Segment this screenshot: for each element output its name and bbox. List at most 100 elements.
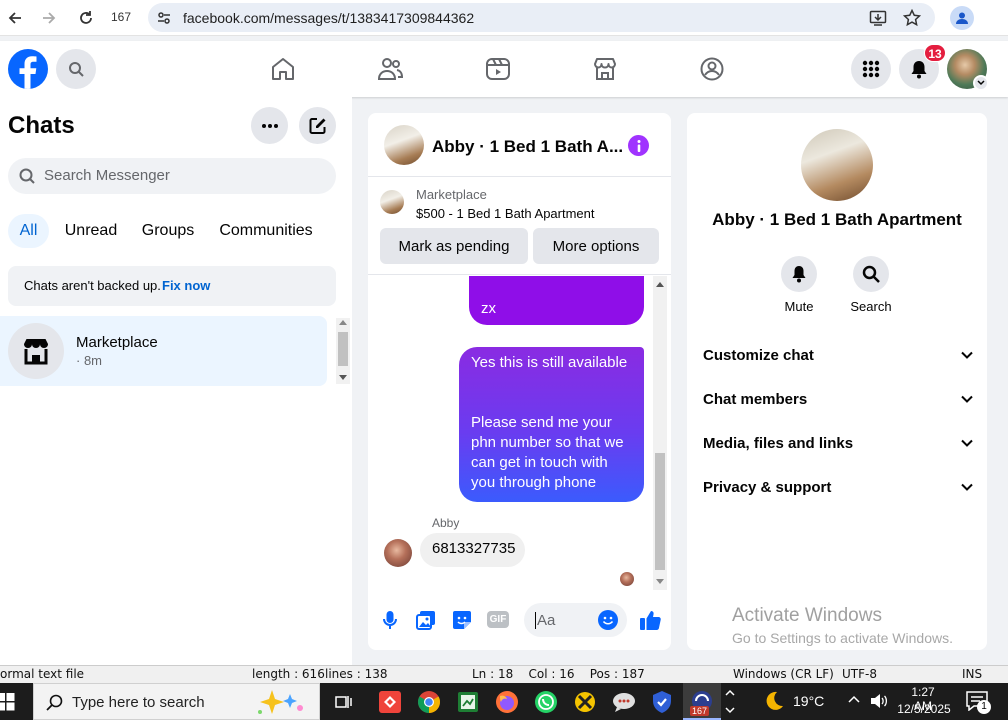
sent-message-bubble[interactable]: Yes this is still available Please send … (459, 347, 644, 502)
mark-as-pending-button[interactable]: Mark as pending (380, 228, 528, 264)
facebook-logo[interactable] (8, 49, 48, 89)
chevron-down-icon (961, 483, 973, 491)
section-label: Customize chat (703, 346, 814, 364)
search-icon (19, 168, 35, 184)
conversation-header: Abby · 1 Bed 1 Bath A... (368, 113, 671, 177)
task-view-icon[interactable] (330, 688, 358, 716)
chats-sidebar: Chats Search Messenger All Unread Groups… (0, 97, 352, 665)
taskbar-search-box[interactable]: Type here to search (33, 683, 320, 720)
account-dropdown-chevron-icon[interactable] (973, 75, 989, 91)
url-text: facebook.com/messages/t/1383417309844362 (183, 10, 475, 26)
bookmark-star-icon[interactable] (903, 9, 921, 27)
video-icon[interactable] (484, 55, 512, 83)
chat-name: Marketplace (76, 334, 158, 351)
privacy-support-row[interactable]: Privacy & support (703, 475, 973, 499)
chat-members-row[interactable]: Chat members (703, 387, 973, 411)
filter-communities-tab[interactable]: Communities (212, 214, 320, 248)
listing-photo[interactable] (801, 129, 873, 201)
site-settings-icon[interactable] (156, 10, 172, 26)
sticker-icon[interactable] (452, 610, 472, 630)
search-conversation-button[interactable] (853, 256, 889, 292)
gif-icon[interactable]: GIF (487, 611, 509, 628)
firefox-app-icon[interactable] (493, 688, 521, 716)
photo-icon[interactable] (416, 610, 436, 630)
encoding: UTF-8 (842, 667, 877, 681)
filter-all-tab[interactable]: All (8, 214, 49, 248)
filter-groups-tab[interactable]: Groups (134, 214, 202, 248)
info-icon[interactable] (628, 135, 649, 156)
message-text: zx (481, 300, 496, 317)
chat-options-button[interactable] (251, 107, 288, 144)
fix-now-link[interactable]: Fix now (162, 278, 210, 293)
weather-temp[interactable]: 19°C (793, 693, 824, 709)
messages-scrollbar[interactable] (653, 276, 667, 590)
listing-thumbnail[interactable] (384, 125, 424, 165)
cursor-position: Ln : 18 Col : 16 Pos : 187 (472, 667, 645, 681)
shield-app-icon[interactable] (648, 688, 676, 716)
clock-date[interactable]: 12/5/2025 (895, 702, 953, 716)
home-icon[interactable] (269, 55, 297, 83)
composer: GIF Aa (368, 600, 671, 640)
conversation-title[interactable]: Abby · 1 Bed 1 Bath A... (432, 137, 623, 157)
filter-unread-tab[interactable]: Unread (58, 214, 124, 248)
message-text: Yes this is still available (471, 354, 628, 371)
backup-warning-text: Chats aren't backed up. (24, 278, 161, 293)
more-options-button[interactable]: More options (533, 228, 659, 264)
new-message-button[interactable] (299, 107, 336, 144)
install-app-icon[interactable] (869, 9, 887, 27)
listing-source: Marketplace (416, 187, 487, 202)
notification-count: 1 (977, 700, 991, 714)
whatsapp-app-icon[interactable] (532, 688, 560, 716)
profile-icon[interactable] (950, 6, 974, 30)
windows-start-icon[interactable] (0, 688, 20, 716)
received-message-bubble[interactable]: 6813327735 (420, 533, 525, 567)
weather-moon-icon[interactable] (762, 690, 784, 712)
mute-button[interactable] (781, 256, 817, 292)
chrome-app-icon[interactable] (415, 688, 443, 716)
speaker-icon[interactable] (870, 693, 888, 709)
media-files-links-row[interactable]: Media, files and links (703, 431, 973, 455)
lines-info: lines : 138 (325, 667, 388, 681)
back-arrow-icon[interactable] (3, 6, 27, 30)
editor-status-bar: ormal text file length : 616 lines : 138… (0, 665, 1008, 683)
search-messenger-field[interactable]: Search Messenger (8, 158, 336, 194)
abby-avatar[interactable] (384, 539, 412, 567)
marketplace-avatar (8, 323, 64, 379)
scrollbar-thumb[interactable] (655, 453, 665, 570)
chat-bubble-app-icon[interactable] (610, 688, 638, 716)
chat-list-scrollbar[interactable] (336, 318, 350, 384)
reload-icon[interactable] (74, 6, 98, 30)
anydesk-app-icon[interactable] (376, 688, 404, 716)
friends-icon[interactable] (376, 55, 404, 83)
rdp-app-icon[interactable] (571, 688, 599, 716)
thumbs-up-icon[interactable] (639, 609, 661, 631)
length-info: length : 616 (252, 667, 325, 681)
app-badge: 167 (690, 706, 710, 716)
forward-arrow-icon[interactable] (37, 6, 61, 30)
message-input[interactable]: Aa (524, 603, 627, 637)
seen-receipt-avatar (620, 572, 634, 586)
chat-details-panel: Abby · 1 Bed 1 Bath Apartment Mute Searc… (687, 113, 987, 650)
chevron-up-icon[interactable] (848, 695, 860, 703)
spreadsheet-app-icon[interactable] (454, 688, 482, 716)
gaming-icon[interactable] (698, 55, 726, 83)
microphone-icon[interactable] (382, 610, 398, 630)
customize-chat-row[interactable]: Customize chat (703, 343, 973, 367)
listing-price-title[interactable]: $500 - 1 Bed 1 Bath Apartment (416, 206, 595, 221)
address-bar[interactable]: facebook.com/messages/t/1383417309844362 (148, 3, 935, 32)
sender-label: Abby (432, 516, 460, 530)
scrollbar-thumb[interactable] (338, 332, 348, 366)
section-label: Privacy & support (703, 478, 832, 496)
menu-grid-button[interactable] (851, 49, 891, 89)
chat-list-item[interactable]: Marketplace · 8m (0, 316, 327, 386)
messages-area: zx Yes this is still available Please se… (368, 276, 653, 596)
listing-banner: Marketplace $500 - 1 Bed 1 Bath Apartmen… (368, 178, 671, 275)
details-name: Abby · 1 Bed 1 Bath Apartment (712, 210, 962, 229)
message-input-placeholder: Aa (537, 612, 556, 629)
search-button[interactable] (56, 49, 96, 89)
taskbar-scroll-arrows[interactable] (723, 685, 737, 718)
marketplace-icon[interactable] (591, 55, 619, 83)
emoji-icon[interactable] (598, 610, 618, 630)
sent-message-bubble[interactable]: zx (469, 276, 644, 325)
activate-windows-title: Activate Windows (732, 605, 882, 626)
